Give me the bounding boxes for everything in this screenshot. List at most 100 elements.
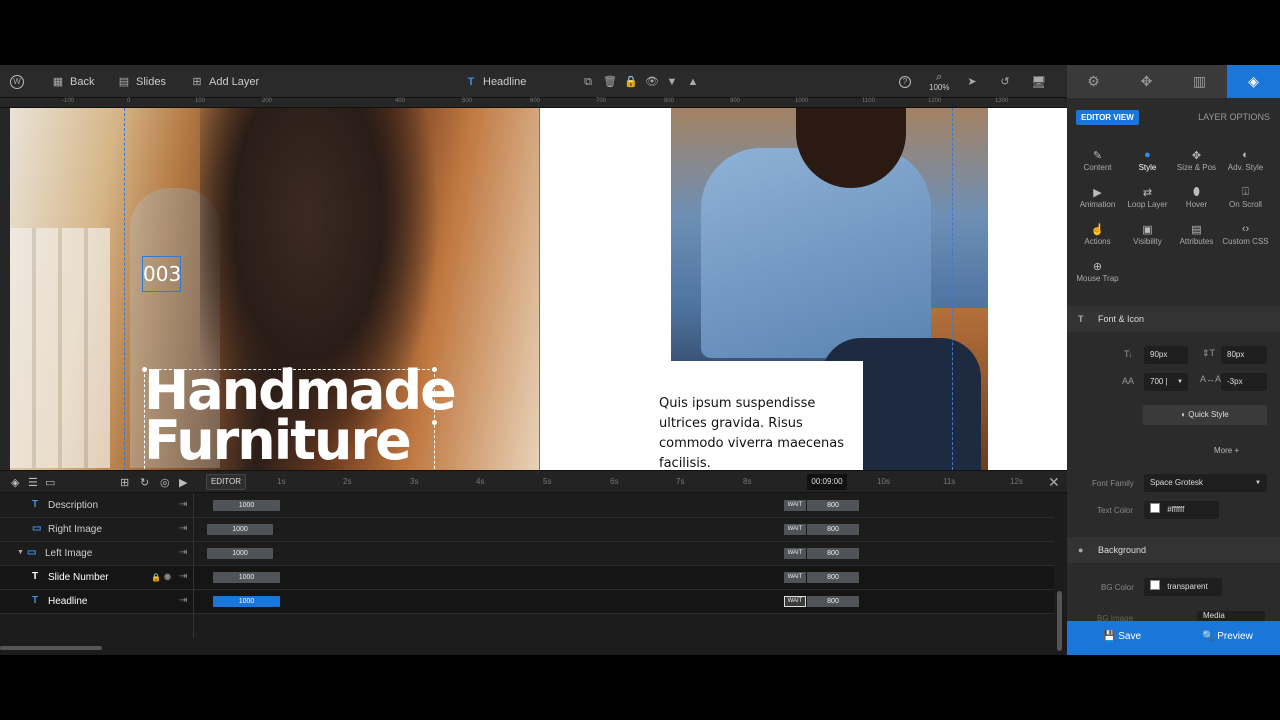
ruler-tick: 500: [462, 98, 473, 104]
editor-view-badge[interactable]: EDITOR VIEW: [1076, 110, 1139, 125]
duration-bar[interactable]: 1000: [207, 548, 273, 559]
scroll-icon: ⍗: [1242, 186, 1249, 198]
wait-toggle[interactable]: WAIT: [784, 500, 806, 511]
save-button[interactable]: 💾 Save: [1103, 631, 1141, 642]
line-height-field[interactable]: 80px: [1221, 346, 1267, 364]
letter-spacing-field[interactable]: -3px: [1221, 373, 1267, 391]
library-icon[interactable]: ▥: [1173, 65, 1226, 98]
out-bar[interactable]: 800: [807, 524, 859, 535]
arrow-right-icon[interactable]: ⇥: [179, 523, 187, 534]
tab-custom-css[interactable]: ‹› Custom CSS: [1219, 223, 1272, 246]
tab-loop-layer[interactable]: ⇄ Loop Layer: [1121, 186, 1174, 209]
gear-icon[interactable]: ⚙: [1067, 65, 1120, 98]
zoom-button[interactable]: ⌕ 100%: [929, 65, 949, 98]
layers-icon[interactable]: ◈: [1227, 65, 1280, 98]
arrow-right-icon[interactable]: ⇥: [179, 499, 187, 510]
help-button[interactable]: ?: [899, 65, 911, 98]
text-color-field[interactable]: #ffffff: [1144, 501, 1219, 519]
wait-toggle[interactable]: WAIT: [784, 572, 806, 583]
duplicate-icon[interactable]: ⧉: [582, 76, 594, 88]
close-icon[interactable]: ✕: [1048, 474, 1060, 491]
duration-bar[interactable]: 1000: [213, 572, 280, 583]
arrow-up-icon[interactable]: ▲: [687, 76, 699, 88]
slides-button[interactable]: ▤ Slides: [118, 65, 166, 98]
tab-animation[interactable]: ▶ Animation: [1071, 186, 1124, 209]
font-family-select[interactable]: Space Grotesk ▼: [1144, 474, 1267, 492]
lock-icon[interactable]: 🔒: [151, 573, 161, 582]
target-icon[interactable]: ◎: [160, 476, 170, 489]
wait-toggle[interactable]: WAIT: [784, 548, 806, 559]
out-bar[interactable]: 800: [807, 500, 859, 511]
layers-icon[interactable]: ◈: [11, 476, 19, 489]
slide-canvas[interactable]: Quis ipsum suspendisse ultrices gravida.…: [10, 108, 1067, 470]
caret-down-icon[interactable]: ▼: [17, 549, 24, 556]
list-icon[interactable]: ☰: [28, 476, 38, 489]
play-icon[interactable]: ▶: [179, 476, 187, 489]
duration-bar[interactable]: 1000: [213, 500, 280, 511]
timeline-row[interactable]: ▭ Right Image ⇥ 1000 WAIT 800: [0, 518, 1054, 542]
preview-button[interactable]: 🔍 Preview: [1202, 631, 1253, 642]
tab-size-pos[interactable]: ✥ Size & Pos: [1170, 149, 1223, 172]
editor-mode-button[interactable]: EDITOR: [206, 474, 246, 490]
horizontal-scrollbar[interactable]: [0, 646, 102, 650]
loop-icon[interactable]: ↻: [140, 476, 149, 489]
tab-mouse-trap[interactable]: ⊕ Mouse Trap: [1071, 260, 1124, 283]
timeline-row[interactable]: ▼ ▭ Left Image ⇥ 1000 WAIT 800: [0, 542, 1054, 566]
tab-content[interactable]: ✎ Content: [1071, 149, 1124, 172]
quick-style-button[interactable]: ◐ Quick Style: [1143, 405, 1267, 425]
font-icon-section[interactable]: T Font & Icon: [1067, 306, 1280, 332]
undo-button[interactable]: ↺: [999, 65, 1011, 98]
tab-on-scroll[interactable]: ⍗ On Scroll: [1219, 186, 1272, 209]
wait-toggle[interactable]: WAIT: [784, 524, 806, 535]
tab-attributes[interactable]: ▤ Attributes: [1170, 223, 1223, 246]
more-button[interactable]: More +: [1214, 446, 1239, 455]
fit-icon[interactable]: ⊞: [120, 476, 129, 489]
tab-label: Hover: [1185, 200, 1208, 209]
out-bar[interactable]: 800: [807, 548, 859, 559]
font-weight-select[interactable]: 700 | ▼: [1144, 373, 1188, 391]
tab-hover[interactable]: ⬮ Hover: [1170, 186, 1223, 209]
duration-bar[interactable]: 1000: [207, 524, 273, 535]
wordpress-button[interactable]: W: [10, 65, 24, 98]
bg-color-value: transparent: [1167, 582, 1208, 591]
tab-adv-style[interactable]: ◐ Adv. Style: [1219, 149, 1272, 172]
out-bar[interactable]: 800: [807, 572, 859, 583]
timeline-row[interactable]: T Slide Number 🔒 ◉ ⇥ 1000 WAIT 800: [0, 566, 1054, 590]
layer-selector[interactable]: T Headline: [465, 65, 527, 98]
back-button[interactable]: ▦ Back: [52, 65, 95, 98]
arrow-right-icon[interactable]: ⇥: [179, 571, 187, 582]
pointer-button[interactable]: ➤: [966, 65, 978, 98]
timeline-row[interactable]: T Description ⇥ 1000 WAIT 800: [0, 494, 1054, 518]
arrow-right-icon[interactable]: ⇥: [179, 595, 187, 606]
arrow-right-icon[interactable]: ⇥: [179, 547, 187, 558]
bg-color-field[interactable]: transparent: [1144, 578, 1222, 596]
lock-icon[interactable]: 🔒: [624, 76, 638, 88]
timeline-row[interactable]: T Headline ⇥ 1000 WAIT 800: [0, 590, 1054, 614]
wait-toggle[interactable]: WAIT: [784, 596, 806, 607]
font-size-field[interactable]: 90px: [1144, 346, 1188, 364]
out-bar[interactable]: 800: [807, 596, 859, 607]
duration-bar[interactable]: 1000: [213, 596, 280, 607]
delete-icon[interactable]: 🗑: [603, 76, 617, 88]
slide-number-layer[interactable]: 003: [142, 256, 181, 292]
font-family-label: Font Family: [1092, 479, 1134, 488]
device-button[interactable]: 🖥: [1031, 65, 1046, 98]
timecode[interactable]: 00:09:00: [807, 474, 847, 490]
arrow-down-icon[interactable]: ▼: [666, 76, 678, 88]
ruler-tick: 400: [395, 98, 406, 104]
add-layer-button[interactable]: ⊞ Add Layer: [191, 65, 259, 98]
description-layer[interactable]: Quis ipsum suspendisse ultrices gravida.…: [659, 394, 859, 470]
headline-line: Furniture: [144, 409, 412, 470]
background-section[interactable]: ● Background: [1067, 537, 1280, 563]
tab-style[interactable]: ● Style: [1121, 149, 1174, 172]
media-button[interactable]: Media: [1197, 611, 1265, 621]
eye-icon[interactable]: 👁: [645, 76, 659, 88]
mouse-icon: ⬮: [1193, 186, 1200, 198]
tab-visibility[interactable]: ▣ Visibility: [1121, 223, 1174, 246]
headline-layer[interactable]: Handmade Furniture: [144, 364, 457, 470]
eye-icon[interactable]: ◉: [164, 572, 171, 581]
tab-actions[interactable]: ☝ Actions: [1071, 223, 1124, 246]
navigation-icon[interactable]: ✥: [1120, 65, 1173, 98]
vertical-scrollbar[interactable]: [1057, 591, 1062, 651]
folder-icon[interactable]: ▭: [45, 476, 55, 489]
